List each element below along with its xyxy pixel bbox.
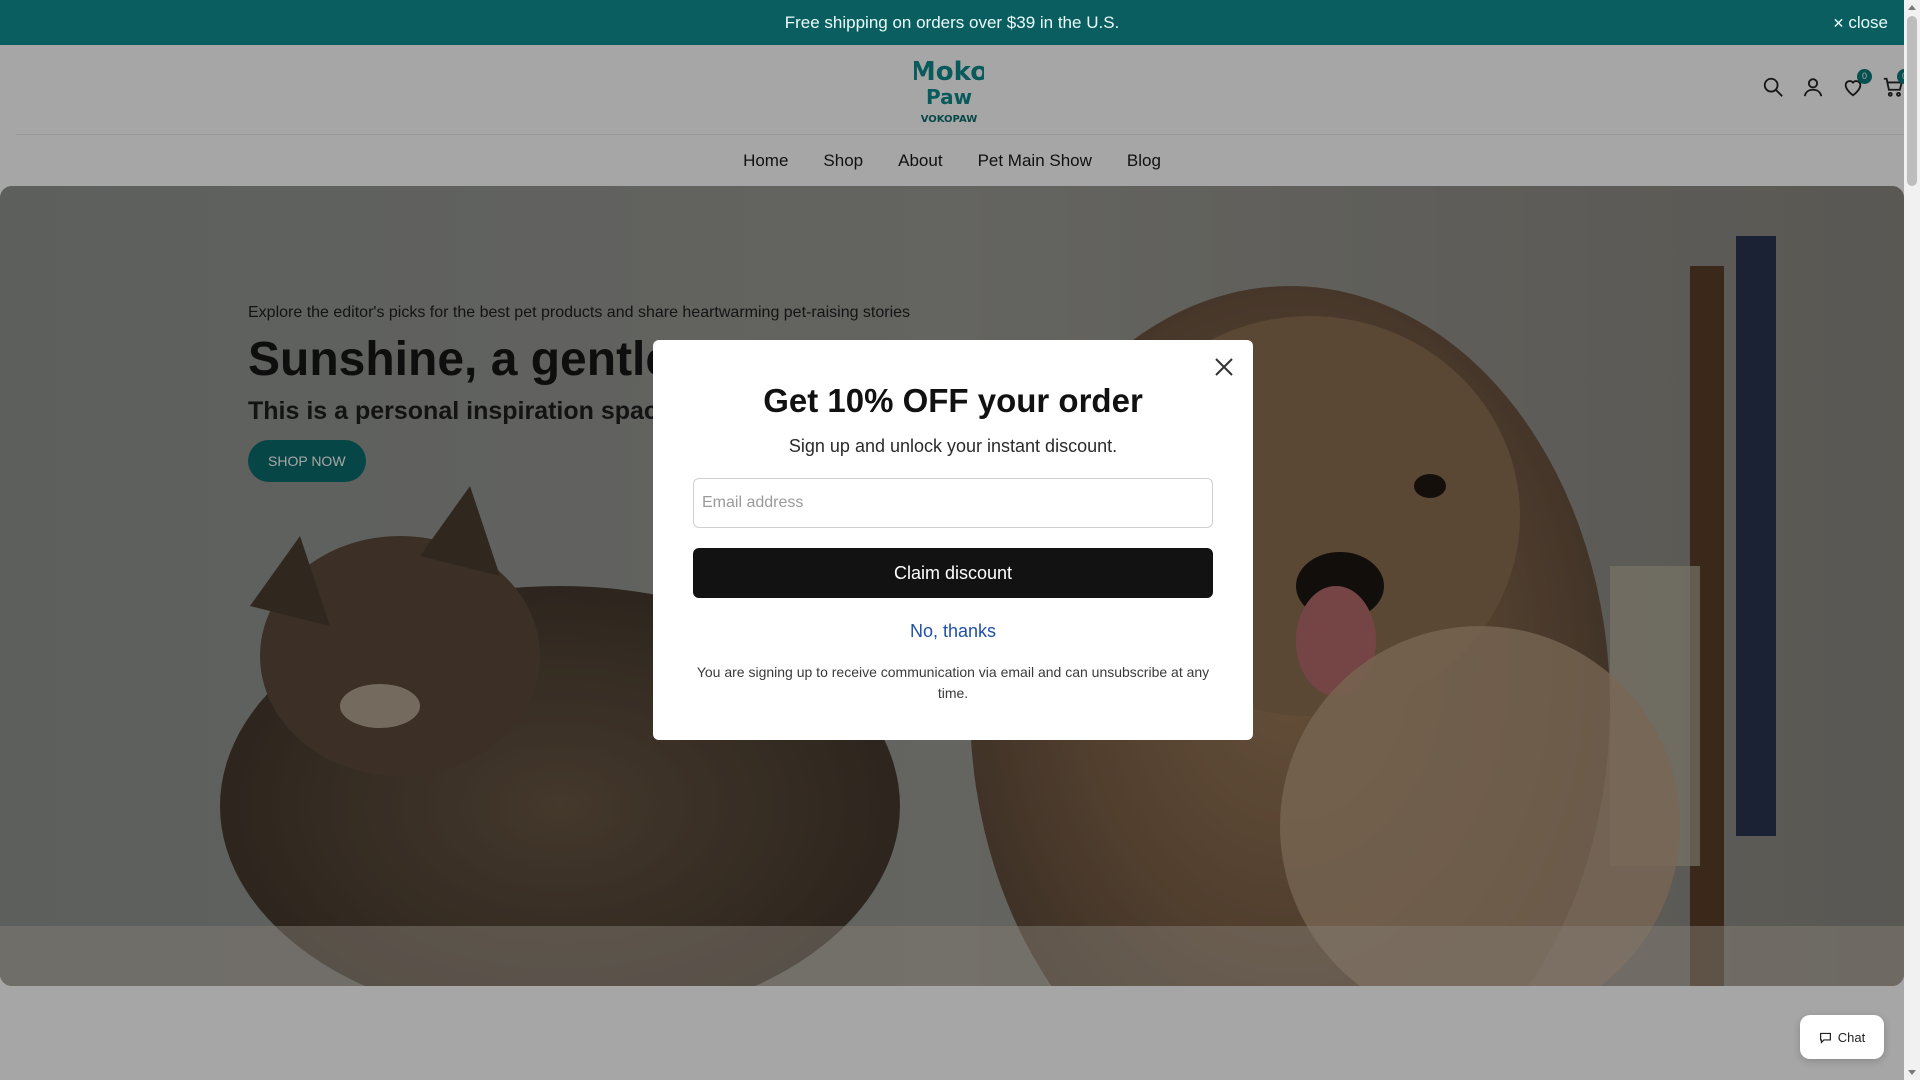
scroll-down-arrow-icon[interactable] [1908, 1070, 1916, 1075]
announcement-close-label: close [1848, 13, 1888, 32]
claim-discount-button[interactable]: Claim discount [693, 548, 1213, 598]
chat-label: Chat [1837, 1029, 1866, 1045]
modal-title: Get 10% OFF your order [763, 382, 1143, 419]
chat-bubble-icon [1819, 1032, 1831, 1044]
announcement-bar: Free shipping on orders over $39 in the … [0, 0, 1904, 45]
close-icon [1215, 358, 1233, 376]
modal-subtitle: Sign up and unlock your instant discount… [788, 436, 1118, 456]
no-thanks-link[interactable]: No, thanks [653, 621, 1253, 642]
modal-fine-print: You are signing up to receive communicat… [696, 664, 1210, 701]
email-field[interactable] [693, 478, 1213, 528]
close-icon: ✕ [1832, 14, 1845, 31]
scrollbar-thumb[interactable] [1907, 16, 1917, 186]
announcement-close-button[interactable]: ✕ close [1833, 13, 1888, 33]
page-scrollbar[interactable] [1904, 0, 1920, 1080]
announcement-text: Free shipping on orders over $39 in the … [784, 12, 1120, 32]
chat-button[interactable]: Chat [1800, 1015, 1884, 1059]
modal-close-button[interactable] [1211, 354, 1237, 380]
discount-modal: Get 10% OFF your order Sign up and unloc… [653, 340, 1253, 740]
scroll-up-arrow-icon[interactable] [1908, 5, 1916, 10]
